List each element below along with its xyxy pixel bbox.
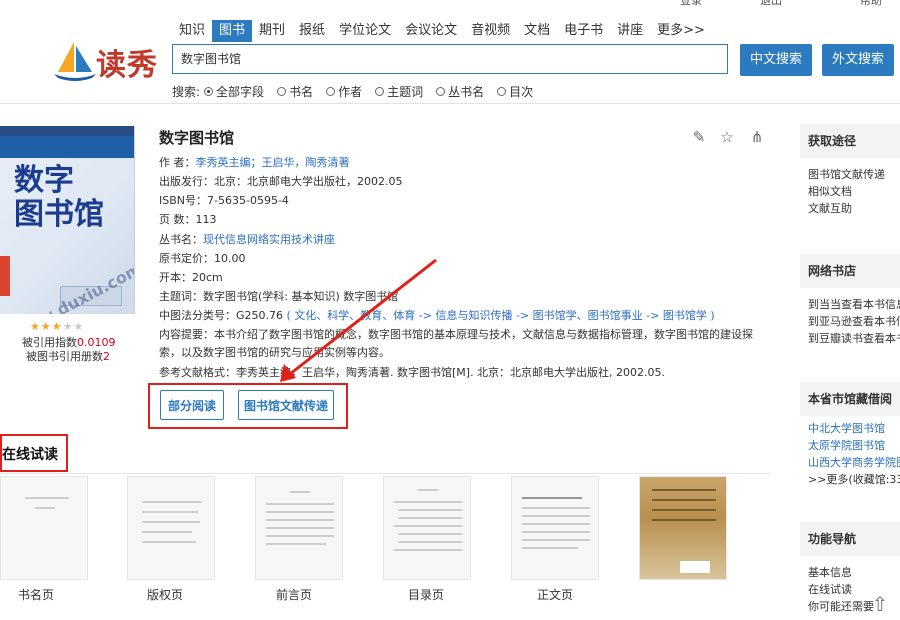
- category-nav: 知识 图书 期刊 报纸 学位论文 会议论文 音视频 文档 电子书 讲座 更多>>: [172, 20, 712, 42]
- nav-item-knowledge[interactable]: 知识: [172, 20, 212, 42]
- filter-author[interactable]: 作者: [326, 83, 362, 100]
- filter-series[interactable]: 丛书名: [436, 83, 484, 100]
- radio-icon: [436, 86, 446, 96]
- filter-toc[interactable]: 目次: [497, 83, 533, 100]
- nav-item-ebooks[interactable]: 电子书: [557, 20, 610, 42]
- author-link[interactable]: 李秀英主编；王启华，陶秀清著: [196, 156, 350, 169]
- nav-item-documents[interactable]: 文档: [517, 20, 557, 42]
- sidebar-libs-title: 本省市馆藏借阅: [800, 382, 900, 416]
- pages-row: 页 数：113: [159, 213, 217, 226]
- reference-row: 参考文献格式：李秀英主编，王启华，陶秀清著. 数字图书馆[M]. 北京：北京邮电…: [159, 366, 666, 379]
- page-caption-title: 书名页: [17, 588, 54, 602]
- top-link-logout[interactable]: 退出: [760, 0, 782, 6]
- series-row: 丛书名：现代信息网络实用技术讲座: [159, 233, 335, 246]
- top-link-login[interactable]: 登录: [680, 0, 702, 6]
- page-thumb-title[interactable]: [0, 476, 88, 580]
- sidebar-link-doc-delivery[interactable]: 图书馆文献传递: [800, 166, 900, 183]
- sidebar-link-douban[interactable]: 到豆瓣读书查看本书信息: [800, 330, 900, 347]
- foreign-search-button[interactable]: 外文搜索: [822, 44, 894, 76]
- filter-subject[interactable]: 主题词: [375, 83, 423, 100]
- sidebar-link-more-libs[interactable]: >>更多(收藏馆:331): [800, 471, 900, 488]
- nav-item-books[interactable]: 图书: [212, 20, 253, 42]
- format-row: 开本：20cm: [159, 271, 223, 284]
- partial-read-button[interactable]: 部分阅读: [160, 390, 224, 420]
- sidebar-nav-title: 功能导航: [800, 522, 900, 556]
- cited-books-count: 被图书引用册数2: [26, 350, 110, 363]
- sidebar-link-similar-docs[interactable]: 相似文档: [800, 183, 900, 200]
- rating-stars[interactable]: ★★★★★: [30, 320, 84, 333]
- sidebar-online-shops: 网络书店 到当当查看本书信息 到亚马逊查看本书信息 到豆瓣读书查看本书信息: [800, 254, 900, 347]
- search-input[interactable]: 数字图书馆: [172, 44, 728, 74]
- sidebar-link-lib-2[interactable]: 太原学院图书馆: [800, 437, 900, 454]
- share-icon[interactable]: ⋔: [748, 128, 766, 146]
- book-cover-image[interactable]: 数字 图书馆 www.duxiu.com: [0, 126, 135, 314]
- nav-item-more[interactable]: 更多>>: [650, 20, 712, 42]
- logo-text: 读秀: [96, 48, 158, 83]
- nav-item-journals[interactable]: 期刊: [252, 20, 292, 42]
- page-thumb-preface[interactable]: [255, 476, 343, 580]
- price-row: 原书定价：10.00: [159, 252, 246, 265]
- sidebar-link-lib-3[interactable]: 山西大学商务学院图书馆: [800, 454, 900, 471]
- radio-checked-icon: [204, 86, 214, 96]
- clc-path-link[interactable]: ( 文化、科学、教育、体育 -> 信息与知识传播 -> 图书馆学、图书馆事业 -…: [287, 309, 715, 322]
- search-field-filter: 搜索: 全部字段 书名 作者 主题词 丛书名 目次: [172, 82, 546, 100]
- page-thumb-body[interactable]: [511, 476, 599, 580]
- publisher-row: 出版发行：北京：北京邮电大学出版社，2002.05: [159, 175, 403, 188]
- page-thumb-copyright[interactable]: [127, 476, 215, 580]
- page-thumb-back-cover[interactable]: [639, 476, 727, 580]
- edit-icon[interactable]: ✎: [690, 128, 708, 146]
- sidebar-access: 获取途径 图书馆文献传递 相似文档 文献互助: [800, 124, 900, 217]
- nav-item-lectures[interactable]: 讲座: [610, 20, 650, 42]
- sidebar-library-holdings: 本省市馆藏借阅 中北大学图书馆 太原学院图书馆 山西大学商务学院图书馆 >>更多…: [800, 382, 900, 488]
- radio-icon: [497, 86, 507, 96]
- cover-title: 数字 图书馆: [14, 163, 104, 232]
- radio-icon: [277, 86, 287, 96]
- clc-row: 中图法分类号：G250.76 ( 文化、科学、教育、体育 -> 信息与知识传播 …: [159, 309, 715, 322]
- header-divider: [0, 103, 900, 104]
- page-thumb-toc[interactable]: [383, 476, 471, 580]
- filter-all-fields[interactable]: 全部字段: [204, 83, 264, 100]
- top-links-bar: 登录 退出 帮助: [0, 0, 900, 6]
- summary-block: 内容提要：本书介绍了数字图书馆的概念，数字图书馆的基本原理与技术，文献信息与数据…: [159, 328, 753, 359]
- sidebar-shops-title: 网络书店: [800, 254, 900, 288]
- online-trial-title: 在线试读: [2, 447, 58, 463]
- nav-item-conference[interactable]: 会议论文: [398, 20, 464, 42]
- filter-title[interactable]: 书名: [277, 83, 313, 100]
- doc-delivery-button[interactable]: 图书馆文献传递: [238, 390, 334, 420]
- sidebar-link-amazon[interactable]: 到亚马逊查看本书信息: [800, 313, 900, 330]
- top-link-help[interactable]: 帮助: [860, 0, 882, 6]
- nav-item-video[interactable]: 音视频: [464, 20, 517, 42]
- radio-icon: [326, 86, 336, 96]
- nav-item-theses[interactable]: 学位论文: [332, 20, 398, 42]
- author-row: 作 者：李秀英主编；王启华，陶秀清著: [159, 156, 350, 169]
- subject-row: 主题词：数字图书馆(学科: 基本知识) 数字图书馆: [159, 290, 399, 303]
- filter-label: 搜索:: [172, 84, 201, 99]
- sidebar-link-basic-info[interactable]: 基本信息: [800, 564, 900, 581]
- trial-divider: [0, 473, 770, 474]
- radio-icon: [375, 86, 385, 96]
- page-caption-toc: 目录页: [407, 588, 444, 602]
- sidebar-access-title: 获取途径: [800, 124, 900, 158]
- series-link[interactable]: 现代信息网络实用技术讲座: [203, 233, 335, 246]
- page-caption-body: 正文页: [536, 588, 573, 602]
- isbn-row: ISBN号：7-5635-0595-4: [159, 194, 289, 207]
- nav-item-newspapers[interactable]: 报纸: [292, 20, 332, 42]
- sidebar-link-dangdang[interactable]: 到当当查看本书信息: [800, 296, 900, 313]
- back-to-top-icon[interactable]: ⇧: [868, 592, 892, 616]
- page-caption-copyright: 版权页: [146, 588, 183, 602]
- sailboat-icon: [54, 42, 96, 81]
- sidebar-link-lib-1[interactable]: 中北大学图书馆: [800, 420, 900, 437]
- site-logo[interactable]: 读秀: [52, 38, 162, 84]
- book-title: 数字图书馆: [159, 129, 235, 147]
- chinese-search-button[interactable]: 中文搜索: [740, 44, 812, 76]
- favorite-star-icon[interactable]: ☆: [718, 128, 736, 146]
- sidebar-link-doc-help[interactable]: 文献互助: [800, 200, 900, 217]
- page-caption-preface: 前言页: [275, 588, 312, 602]
